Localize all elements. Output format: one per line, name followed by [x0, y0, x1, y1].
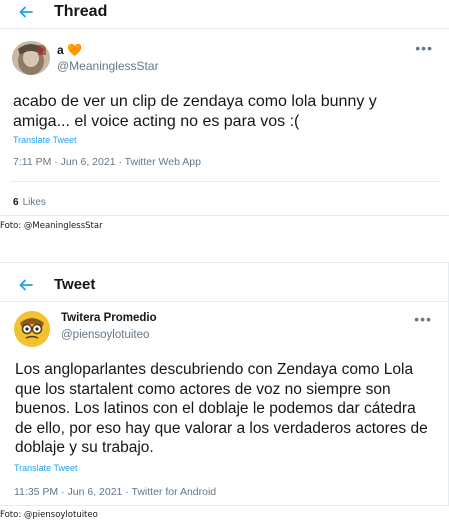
tweet-header: Tweet [0, 269, 449, 302]
tweet-text: acabo de ver un clip de zendaya como lol… [13, 93, 377, 130]
likes-label: Likes [22, 197, 46, 208]
display-name[interactable]: Twitera Promedio [61, 312, 157, 324]
more-options-icon[interactable]: ••• [415, 40, 433, 56]
tweet-card-1: Thread a 🧡 @MeaninglessStar ••• acabo de… [0, 0, 449, 216]
translate-tweet-link[interactable]: Translate Tweet [13, 135, 77, 145]
user-handle[interactable]: @MeaninglessStar [57, 59, 159, 73]
back-arrow-icon[interactable] [18, 277, 34, 293]
thread-header: Thread [0, 0, 449, 29]
avatar[interactable] [14, 311, 50, 347]
avatar[interactable] [12, 41, 50, 75]
divider [10, 181, 440, 182]
likes-count[interactable]: 6 Likes [13, 197, 46, 208]
tweet-card-2: Tweet Twitera Promedio @piensoylotuiteo … [0, 262, 449, 506]
photo-credit-caption: Foto: @piensoylotuiteo [0, 510, 98, 520]
translate-tweet-link[interactable]: Translate Tweet [14, 463, 78, 473]
page-title: Thread [54, 3, 108, 20]
likes-number: 6 [13, 197, 19, 208]
tweet-timestamp[interactable]: 11:35 PM · Jun 6, 2021 · Twitter for And… [14, 486, 216, 498]
user-handle[interactable]: @piensoylotuiteo [61, 329, 149, 341]
photo-credit-caption: Foto: @MeaninglessStar [0, 221, 103, 231]
page-title: Tweet [54, 276, 96, 293]
back-arrow-icon[interactable] [18, 4, 34, 20]
tweet-text: Los angloparlantes descubriendo con Zend… [15, 361, 428, 456]
more-options-icon[interactable]: ••• [414, 311, 432, 327]
tweet-timestamp[interactable]: 7:11 PM · Jun 6, 2021 · Twitter Web App [13, 156, 201, 168]
display-name[interactable]: a 🧡 [57, 43, 82, 57]
